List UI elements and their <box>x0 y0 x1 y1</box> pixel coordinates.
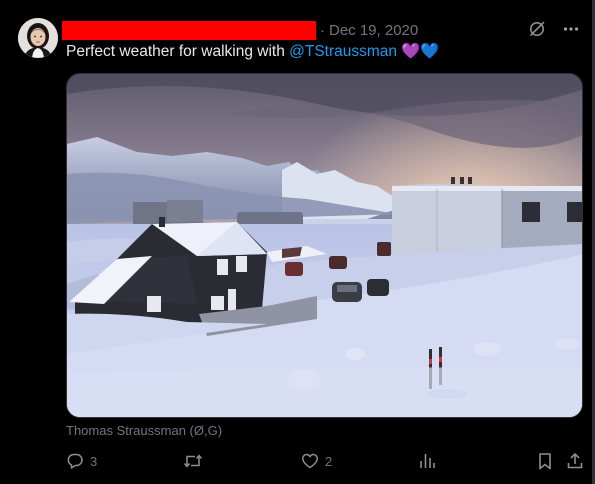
retweet-icon <box>183 454 203 468</box>
tweet-date[interactable]: Dec 19, 2020 <box>329 22 418 39</box>
photo-snowy-village <box>67 74 582 417</box>
like-count: 2 <box>325 453 333 469</box>
redacted-author-name <box>62 20 316 40</box>
tweet-text-body: Perfect weather for walking with <box>66 43 290 60</box>
avatar-image <box>18 18 58 58</box>
tweet-photo[interactable] <box>66 73 583 418</box>
tweet-text: Perfect weather for walking with @TStrau… <box>66 42 440 62</box>
reply-button[interactable]: 3 <box>66 452 97 470</box>
heart-icon <box>302 453 318 469</box>
grok-icon[interactable] <box>527 19 547 39</box>
tweet-top-actions <box>527 19 581 39</box>
bookmark-icon <box>539 453 551 470</box>
views-button[interactable] <box>418 452 436 470</box>
reply-count: 3 <box>90 453 98 469</box>
retweet-button[interactable] <box>183 452 209 470</box>
share-button[interactable] <box>566 452 584 470</box>
header-separator: · <box>320 21 325 39</box>
photo-credit: Thomas Straussman (Ø,G) <box>66 423 223 438</box>
tweet-header: · Dec 19, 2020 <box>62 19 418 41</box>
like-button[interactable]: 2 <box>301 452 332 470</box>
heart-emojis: 💜💙 <box>401 43 440 60</box>
share-icon <box>567 452 583 469</box>
views-icon <box>420 454 435 468</box>
avatar[interactable] <box>18 18 58 58</box>
more-icon[interactable] <box>561 19 581 39</box>
reply-icon <box>67 453 83 469</box>
tweet-actions: 3 2 <box>66 452 584 472</box>
mention-link[interactable]: @TStraussman <box>289 43 397 60</box>
bookmark-button[interactable] <box>536 452 554 470</box>
